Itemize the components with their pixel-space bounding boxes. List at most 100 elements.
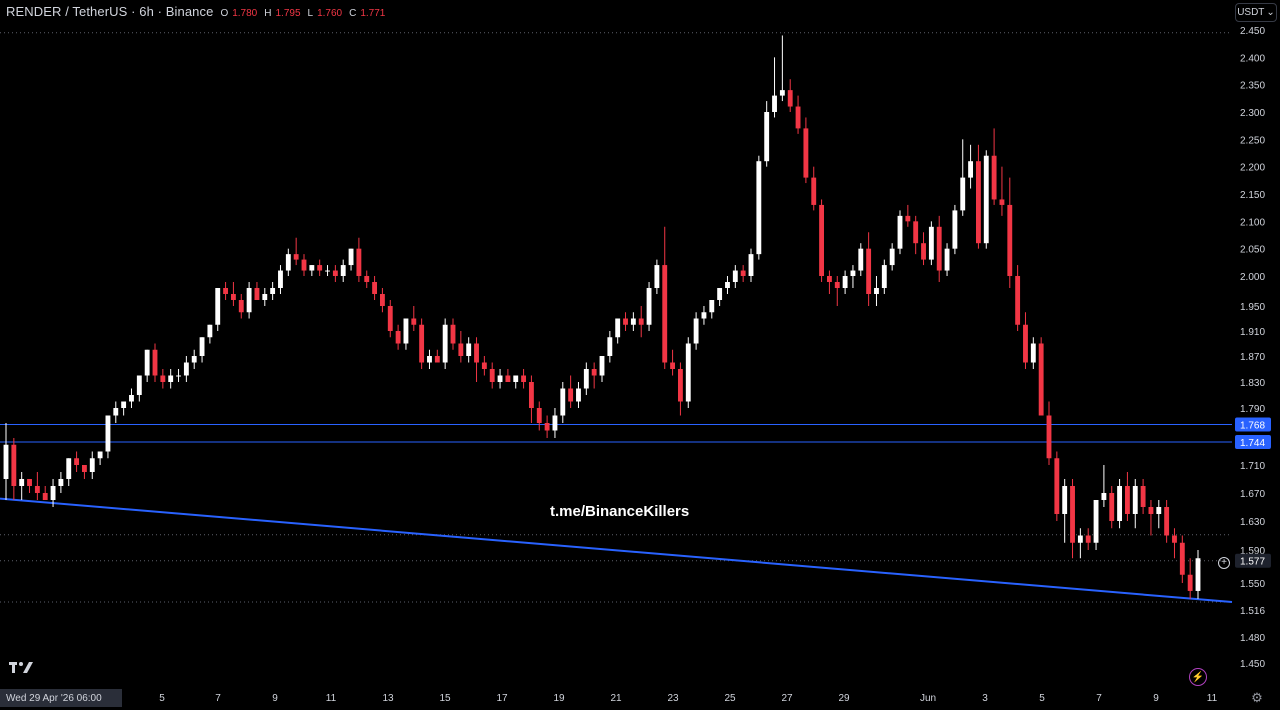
y-tick-0: 2.450 (1240, 26, 1265, 37)
candle-body-102 (803, 128, 809, 178)
candle-body-40 (317, 265, 323, 271)
y-tick-22: 1.480 (1240, 633, 1265, 644)
candle-body-90 (709, 300, 715, 313)
candle-body-25 (199, 337, 205, 356)
candle-body-139 (1093, 500, 1099, 543)
candle-body-135 (1062, 486, 1068, 514)
candle-body-53 (419, 324, 425, 363)
candle-body-0 (3, 444, 9, 479)
candle-body-13 (105, 415, 111, 452)
x-tick-9: 23 (667, 693, 679, 704)
x-tick-2: 9 (272, 693, 278, 704)
lightning-bolt-icon[interactable]: ⚡ (1189, 668, 1207, 686)
candle-body-129 (1015, 276, 1021, 325)
candle-body-33 (262, 294, 268, 300)
y-tick-11: 1.910 (1240, 327, 1265, 338)
x-tick-13: Jun (920, 693, 936, 704)
close-value: 1.771 (360, 8, 386, 19)
price-chart[interactable]: 2.450 2.400 2.350 2.300 2.250 2.200 2.150 2.100… (0, 0, 1280, 710)
y-tick-10: 1.950 (1240, 302, 1265, 313)
symbol-title[interactable]: RENDER / TetherUS · 6h · Binance (6, 4, 213, 19)
price-label-0: 1.768 (1240, 421, 1265, 432)
y-tick-9: 2.000 (1240, 272, 1265, 283)
tradingview-logo-icon[interactable] (8, 660, 34, 676)
candle-body-5 (42, 493, 48, 500)
x-tick-6: 17 (496, 693, 508, 704)
candle-body-112 (881, 265, 887, 288)
chevron-down-icon: ⌄ (1266, 7, 1275, 18)
chart-legend: RENDER / TetherUS · 6h · Binance O 1.780 … (6, 4, 385, 22)
y-tick-21: 1.516 (1240, 606, 1265, 617)
candle-body-116 (913, 221, 919, 244)
candle-body-1 (11, 444, 17, 486)
candle-body-32 (254, 288, 260, 300)
y-tick-3: 2.300 (1240, 108, 1265, 119)
x-tick-8: 21 (610, 693, 622, 704)
candle-body-146 (1148, 507, 1154, 514)
candle-body-6 (50, 486, 56, 500)
candle-body-19 (152, 349, 158, 376)
candle-body-132 (1038, 343, 1044, 416)
currency-label: USDT (1237, 7, 1265, 18)
candle-body-92 (725, 282, 730, 288)
candle-body-150 (1179, 542, 1185, 575)
currency-button[interactable]: USDT ⌄ (1235, 3, 1277, 22)
y-tick-4: 2.250 (1240, 135, 1265, 146)
candle-body-124 (975, 161, 981, 244)
candle-body-99 (779, 90, 785, 96)
candle-body-141 (1109, 493, 1115, 521)
candle-body-7 (58, 479, 64, 486)
candle-body-71 (560, 388, 566, 416)
y-tick-18: 1.630 (1240, 517, 1265, 528)
candle-body-101 (795, 106, 801, 129)
candle-body-125 (983, 155, 989, 244)
candle-body-66 (521, 375, 527, 382)
gear-icon[interactable]: ⚙ (1250, 691, 1264, 705)
candle-body-8 (66, 458, 72, 479)
candle-body-35 (278, 270, 283, 288)
candle-body-44 (348, 248, 354, 266)
candle-body-14 (113, 408, 119, 416)
candle-body-93 (732, 270, 738, 282)
x-tick-4: 13 (382, 693, 394, 704)
candle-body-151 (1187, 574, 1193, 591)
candle-body-74 (583, 369, 589, 389)
candle-body-26 (207, 324, 213, 338)
candle-body-143 (1124, 486, 1130, 514)
open-value: 1.780 (232, 8, 258, 19)
candle-body-24 (191, 356, 197, 363)
candle-body-127 (999, 199, 1005, 205)
y-tick-23: 1.450 (1240, 659, 1265, 670)
x-tick-1: 7 (215, 693, 221, 704)
candle-body-94 (740, 270, 746, 276)
candle-body-28 (223, 288, 229, 294)
candle-body-80 (630, 318, 636, 325)
x-tick-12: 29 (838, 693, 850, 704)
candle-body-136 (1070, 486, 1075, 543)
candle-body-77 (607, 337, 613, 356)
candle-body-54 (427, 356, 432, 363)
x-tick-14: 3 (982, 693, 988, 704)
candle-body-88 (693, 318, 699, 344)
candle-body-131 (1030, 343, 1036, 363)
candle-body-110 (866, 248, 872, 294)
y-tick-14: 1.790 (1240, 404, 1265, 415)
candle-body-121 (952, 210, 958, 249)
candle-body-18 (144, 349, 150, 376)
candle-body-42 (332, 270, 338, 276)
candle-body-3 (27, 479, 32, 486)
candle-body-96 (756, 161, 762, 255)
add-alert-icon[interactable]: + (1218, 557, 1230, 569)
x-tick-11: 27 (781, 693, 793, 704)
candle-body-29 (230, 294, 236, 300)
candle-body-57 (450, 324, 456, 344)
crosshair-time-badge: Wed 29 Apr '26 06:00 (0, 689, 122, 707)
candle-body-41 (325, 270, 330, 272)
candle-body-20 (160, 375, 166, 382)
candle-body-38 (301, 259, 307, 271)
candle-body-119 (936, 226, 942, 271)
candle-body-118 (928, 226, 934, 260)
close-label: C (349, 8, 357, 19)
candle-body-81 (638, 318, 644, 325)
candle-body-113 (889, 248, 895, 266)
